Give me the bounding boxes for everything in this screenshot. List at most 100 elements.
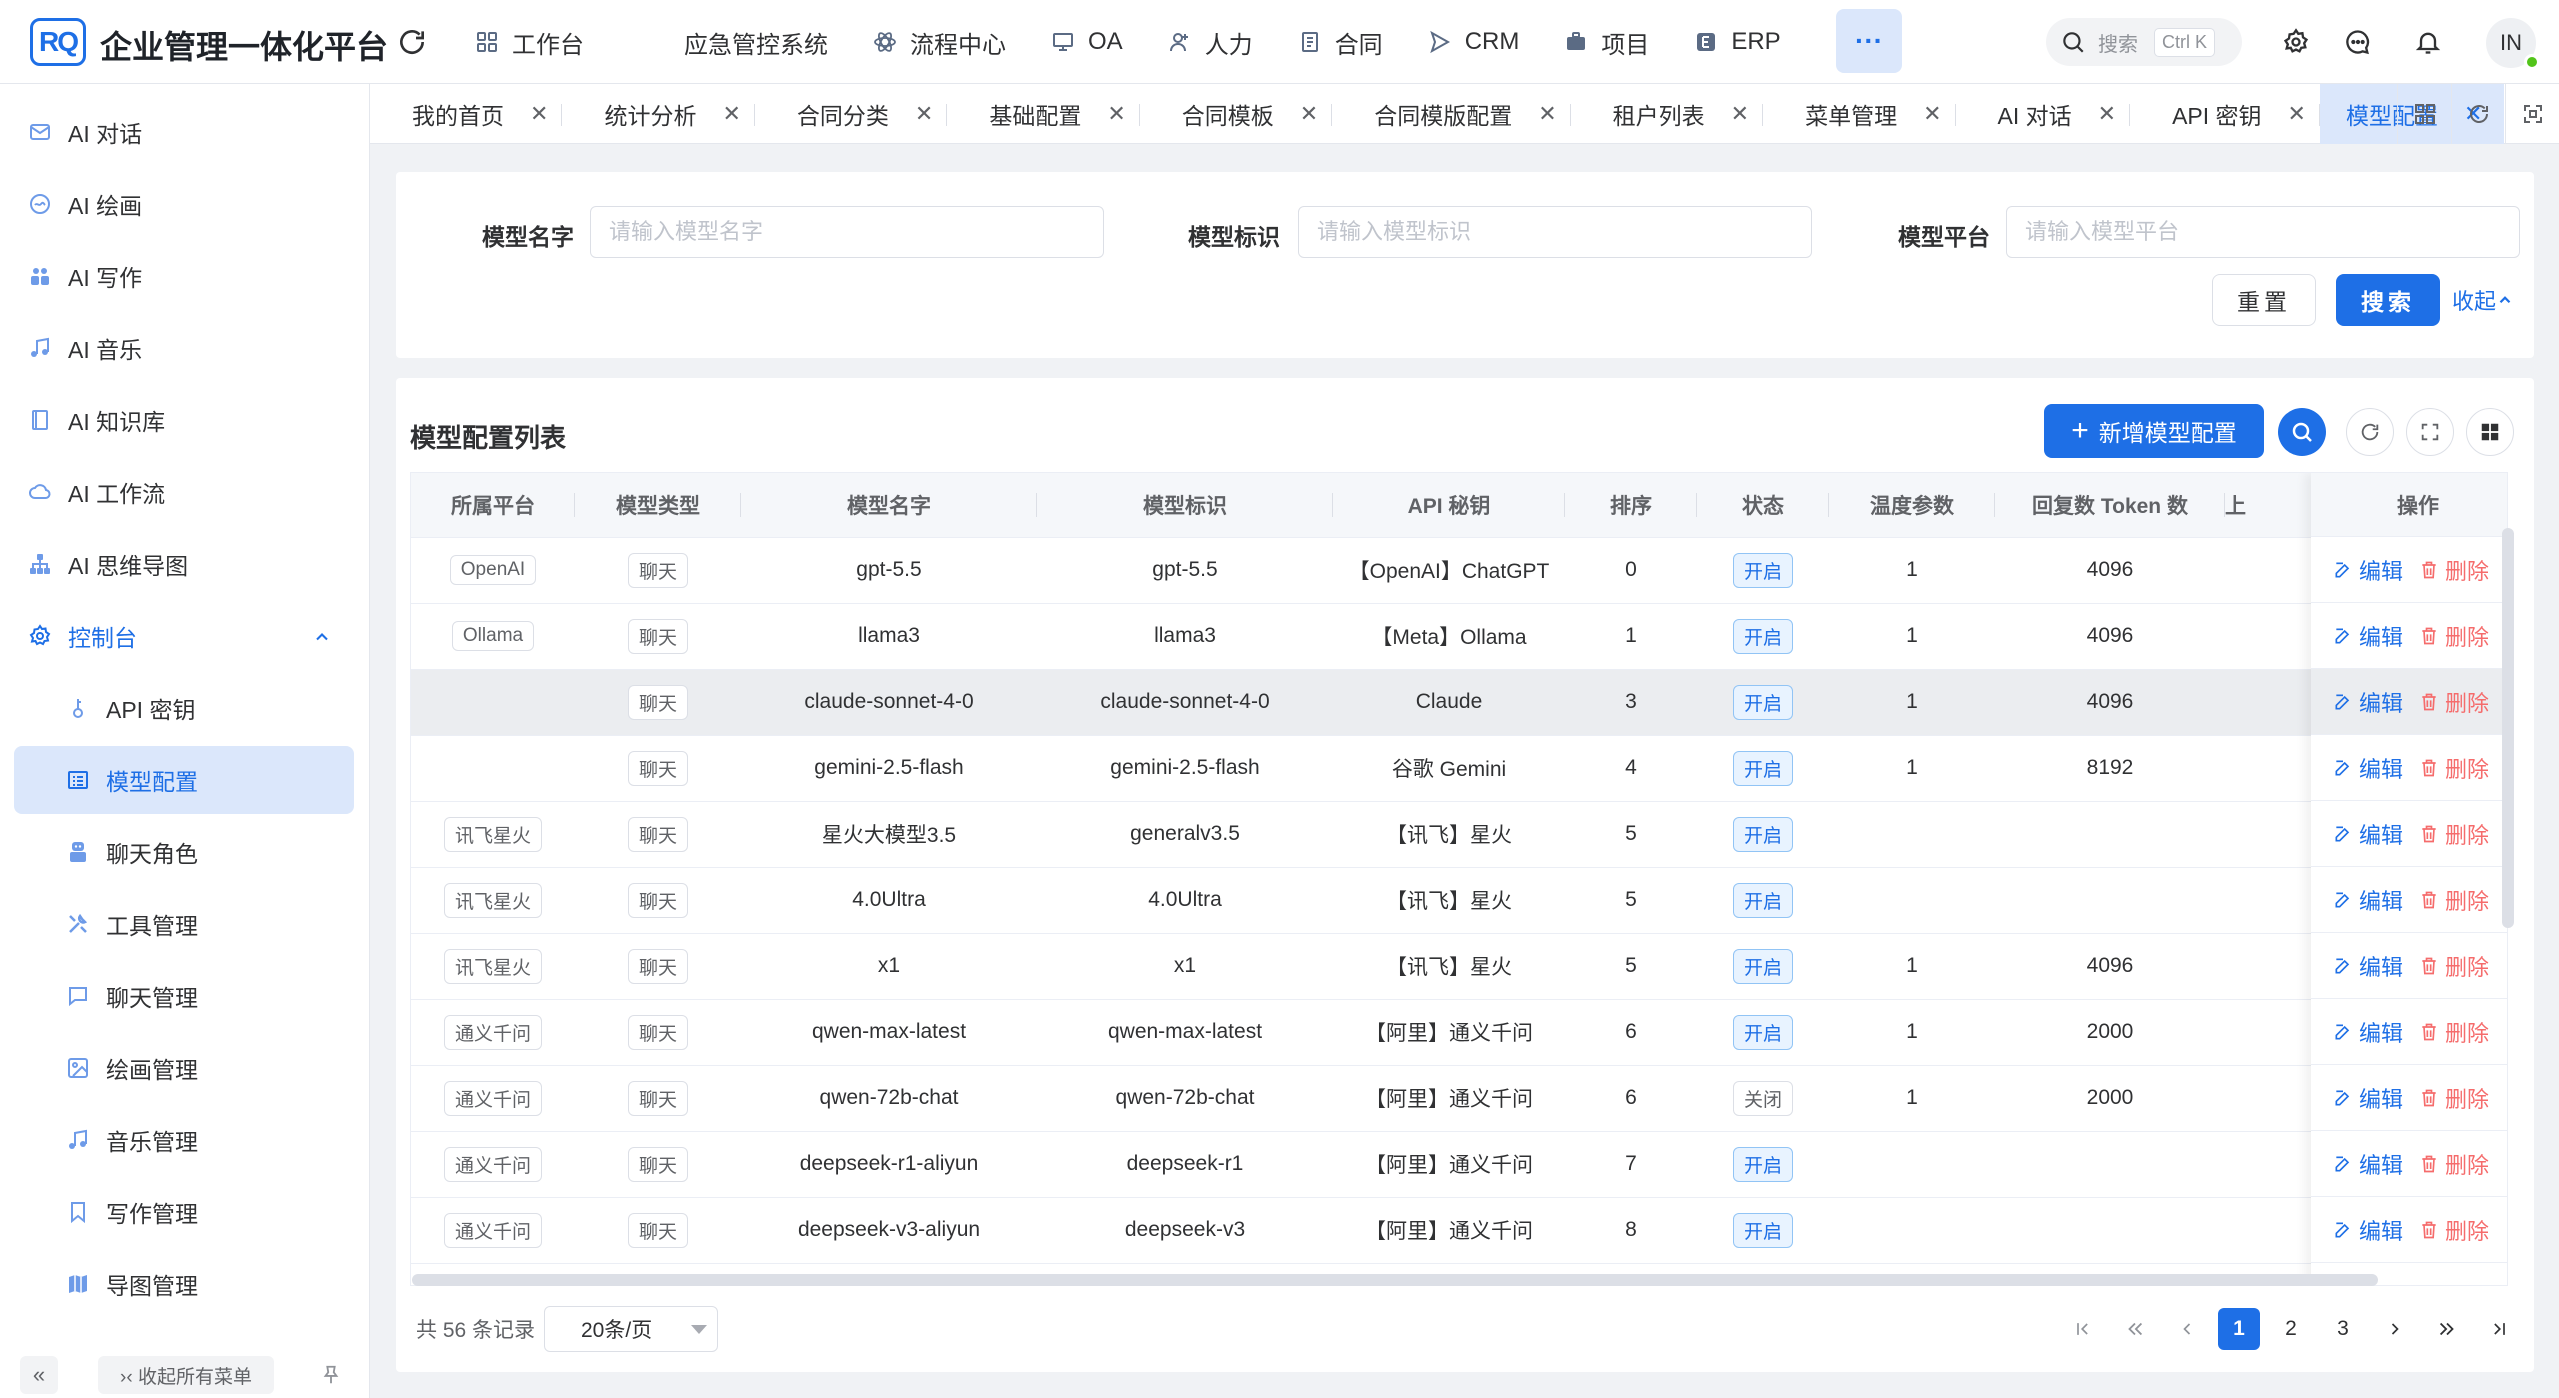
table-row[interactable]: 讯飞星火 聊天 x1 x1 【讯飞】星火 5 开启 1 4096 xyxy=(411,933,2507,1000)
close-icon[interactable]: ✕ xyxy=(1923,101,1941,127)
chat-icon[interactable] xyxy=(2342,26,2374,58)
toggle-search-button[interactable] xyxy=(2278,408,2326,456)
edit-button[interactable]: 编辑 xyxy=(2333,884,2403,916)
topnav-project[interactable]: 项目 xyxy=(1541,18,1671,66)
more-menu-button[interactable]: ··· xyxy=(1836,9,1902,73)
next-page-icon[interactable] xyxy=(2374,1308,2416,1350)
table-row[interactable]: OpenAI 聊天 gpt-5.5 gpt-5.5 【OpenAI】ChatGPT 0 开启… xyxy=(411,537,2507,604)
edit-button[interactable]: 编辑 xyxy=(2333,1082,2403,1114)
close-icon[interactable]: ✕ xyxy=(530,101,548,127)
page-size-select[interactable]: 20条/页 xyxy=(544,1306,718,1352)
table-row[interactable]: 聊天 claude-sonnet-4-0 claude-sonnet-4-0 Clau… xyxy=(411,669,2507,736)
tab-item[interactable]: 统计分析 ✕ xyxy=(562,84,756,144)
delete-button[interactable]: 删除 xyxy=(2419,1016,2489,1048)
topnav-emergency[interactable]: 应急管控系统 xyxy=(662,18,850,66)
fullscreen-icon[interactable] xyxy=(2505,84,2559,144)
delete-button[interactable]: 删除 xyxy=(2419,884,2489,916)
refresh-table-button[interactable] xyxy=(2346,408,2394,456)
model-name-input[interactable] xyxy=(590,206,1104,258)
table-row[interactable]: 讯飞星火 聊天 星火大模型3.5 generalv3.5 【讯飞】星火 5 开启 xyxy=(411,801,2507,868)
column-header[interactable]: 排序 xyxy=(1565,473,1697,538)
edit-button[interactable]: 编辑 xyxy=(2333,1214,2403,1246)
tab-item[interactable]: 合同分类 ✕ xyxy=(755,84,948,144)
close-icon[interactable]: ✕ xyxy=(2098,101,2116,127)
close-icon[interactable]: ✕ xyxy=(1107,101,1125,127)
tab-item[interactable]: 我的首页 ✕ xyxy=(370,84,563,144)
app-logo[interactable]: RQ xyxy=(30,18,86,66)
delete-button[interactable]: 删除 xyxy=(2419,686,2489,718)
fold-filter-button[interactable]: 收起 xyxy=(2452,284,2514,316)
delete-button[interactable]: 删除 xyxy=(2419,620,2489,652)
refresh-icon[interactable] xyxy=(2451,84,2505,144)
column-header[interactable]: 状态 xyxy=(1697,473,1829,538)
table-row[interactable]: 通义千问 聊天 qwen-max-latest qwen-max-latest 【阿里】… xyxy=(411,999,2507,1066)
column-header[interactable]: 温度参数 xyxy=(1829,473,1995,538)
sidebar-item-ai-music[interactable]: AI 音乐 xyxy=(14,314,354,382)
next-group-icon[interactable] xyxy=(2426,1308,2468,1350)
sidebar-item-model-config[interactable]: 模型配置 xyxy=(14,746,354,814)
sidebar-item-music-manage[interactable]: 音乐管理 xyxy=(14,1106,354,1174)
global-search[interactable]: 搜索 Ctrl K xyxy=(2046,18,2242,66)
topnav-hr[interactable]: 人力 xyxy=(1145,18,1275,66)
column-header[interactable]: 模型标识 xyxy=(1037,473,1333,538)
delete-button[interactable]: 删除 xyxy=(2419,752,2489,784)
delete-button[interactable]: 删除 xyxy=(2419,554,2489,586)
topnav-crm[interactable]: CRM xyxy=(1405,18,1542,66)
reset-button[interactable]: 重置 xyxy=(2212,274,2316,326)
prev-page-icon[interactable] xyxy=(2166,1308,2208,1350)
close-icon[interactable]: ✕ xyxy=(1538,101,1556,127)
column-header[interactable]: 模型名字 xyxy=(741,473,1037,538)
tab-item[interactable]: AI 对话 ✕ xyxy=(1956,84,2131,144)
sidebar-item-ai-write[interactable]: AI 写作 xyxy=(14,242,354,310)
sidebar-item-ai-chat[interactable]: AI 对话 xyxy=(14,98,354,166)
prev-group-icon[interactable] xyxy=(2114,1308,2156,1350)
edit-button[interactable]: 编辑 xyxy=(2333,818,2403,850)
sidebar-item-chat-role[interactable]: 聊天角色 xyxy=(14,818,354,886)
delete-button[interactable]: 删除 xyxy=(2419,1214,2489,1246)
table-row[interactable]: 通义千问 聊天 deepseek-v3-aliyun deepseek-v3 【阿里】通… xyxy=(411,1197,2507,1264)
horizontal-scrollbar[interactable] xyxy=(412,1274,2378,1286)
column-header[interactable]: 回复数 Token 数 xyxy=(1995,473,2225,538)
delete-button[interactable]: 删除 xyxy=(2419,950,2489,982)
search-button[interactable]: 搜索 xyxy=(2336,274,2440,326)
page-number[interactable]: 3 xyxy=(2322,1308,2364,1350)
collapse-sidebar-button[interactable]: « xyxy=(20,1356,58,1394)
column-settings-button[interactable] xyxy=(2466,408,2514,456)
delete-button[interactable]: 删除 xyxy=(2419,818,2489,850)
table-row[interactable]: Ollama 聊天 llama3 llama3 【Meta】Ollama 1 开启 1 4096 xyxy=(411,603,2507,670)
tab-item[interactable]: API 密钥 ✕ xyxy=(2130,84,2320,144)
topnav-workbench[interactable]: 工作台 xyxy=(452,18,606,66)
topnav-process[interactable]: 流程中心 xyxy=(850,18,1028,66)
column-header[interactable]: 所属平台 xyxy=(411,473,575,538)
edit-button[interactable]: 编辑 xyxy=(2333,620,2403,652)
edit-button[interactable]: 编辑 xyxy=(2333,1148,2403,1180)
table-row[interactable]: 聊天 gemini-2.5-flash gemini-2.5-flash 谷歌 Gem… xyxy=(411,735,2507,802)
gear-icon[interactable] xyxy=(2280,26,2312,58)
table-row[interactable]: 讯飞星火 聊天 4.0Ultra 4.0Ultra 【讯飞】星火 5 开启 xyxy=(411,867,2507,934)
last-page-icon[interactable] xyxy=(2478,1308,2520,1350)
page-number[interactable]: 1 xyxy=(2218,1308,2260,1350)
close-icon[interactable]: ✕ xyxy=(915,101,933,127)
page-number[interactable]: 2 xyxy=(2270,1308,2312,1350)
column-header[interactable]: API 秘钥 xyxy=(1333,473,1565,538)
table-row[interactable]: 通义千问 聊天 qwen-72b-chat qwen-72b-chat 【阿里】通义千问… xyxy=(411,1065,2507,1132)
sidebar-item-chat-manage[interactable]: 聊天管理 xyxy=(14,962,354,1030)
first-page-icon[interactable] xyxy=(2062,1308,2104,1350)
edit-button[interactable]: 编辑 xyxy=(2333,752,2403,784)
sidebar-item-draw-manage[interactable]: 绘画管理 xyxy=(14,1034,354,1102)
edit-button[interactable]: 编辑 xyxy=(2333,686,2403,718)
close-icon[interactable]: ✕ xyxy=(1300,101,1318,127)
tab-item[interactable]: 租户列表 ✕ xyxy=(1571,84,1764,144)
refresh-icon[interactable] xyxy=(396,26,428,58)
delete-button[interactable]: 删除 xyxy=(2419,1148,2489,1180)
tab-item[interactable]: 基础配置 ✕ xyxy=(947,84,1141,144)
sidebar-item-ai-mindmap[interactable]: AI 思维导图 xyxy=(14,530,354,598)
edit-button[interactable]: 编辑 xyxy=(2333,554,2403,586)
column-header[interactable]: 模型类型 xyxy=(575,473,741,538)
tab-item[interactable]: 合同模板 ✕ xyxy=(1140,84,1333,144)
tab-item[interactable]: 菜单管理 ✕ xyxy=(1763,84,1956,144)
bell-icon[interactable] xyxy=(2412,26,2444,58)
model-platform-input[interactable] xyxy=(2006,206,2520,258)
vertical-scrollbar[interactable] xyxy=(2502,528,2514,928)
model-key-input[interactable] xyxy=(1298,206,1812,258)
